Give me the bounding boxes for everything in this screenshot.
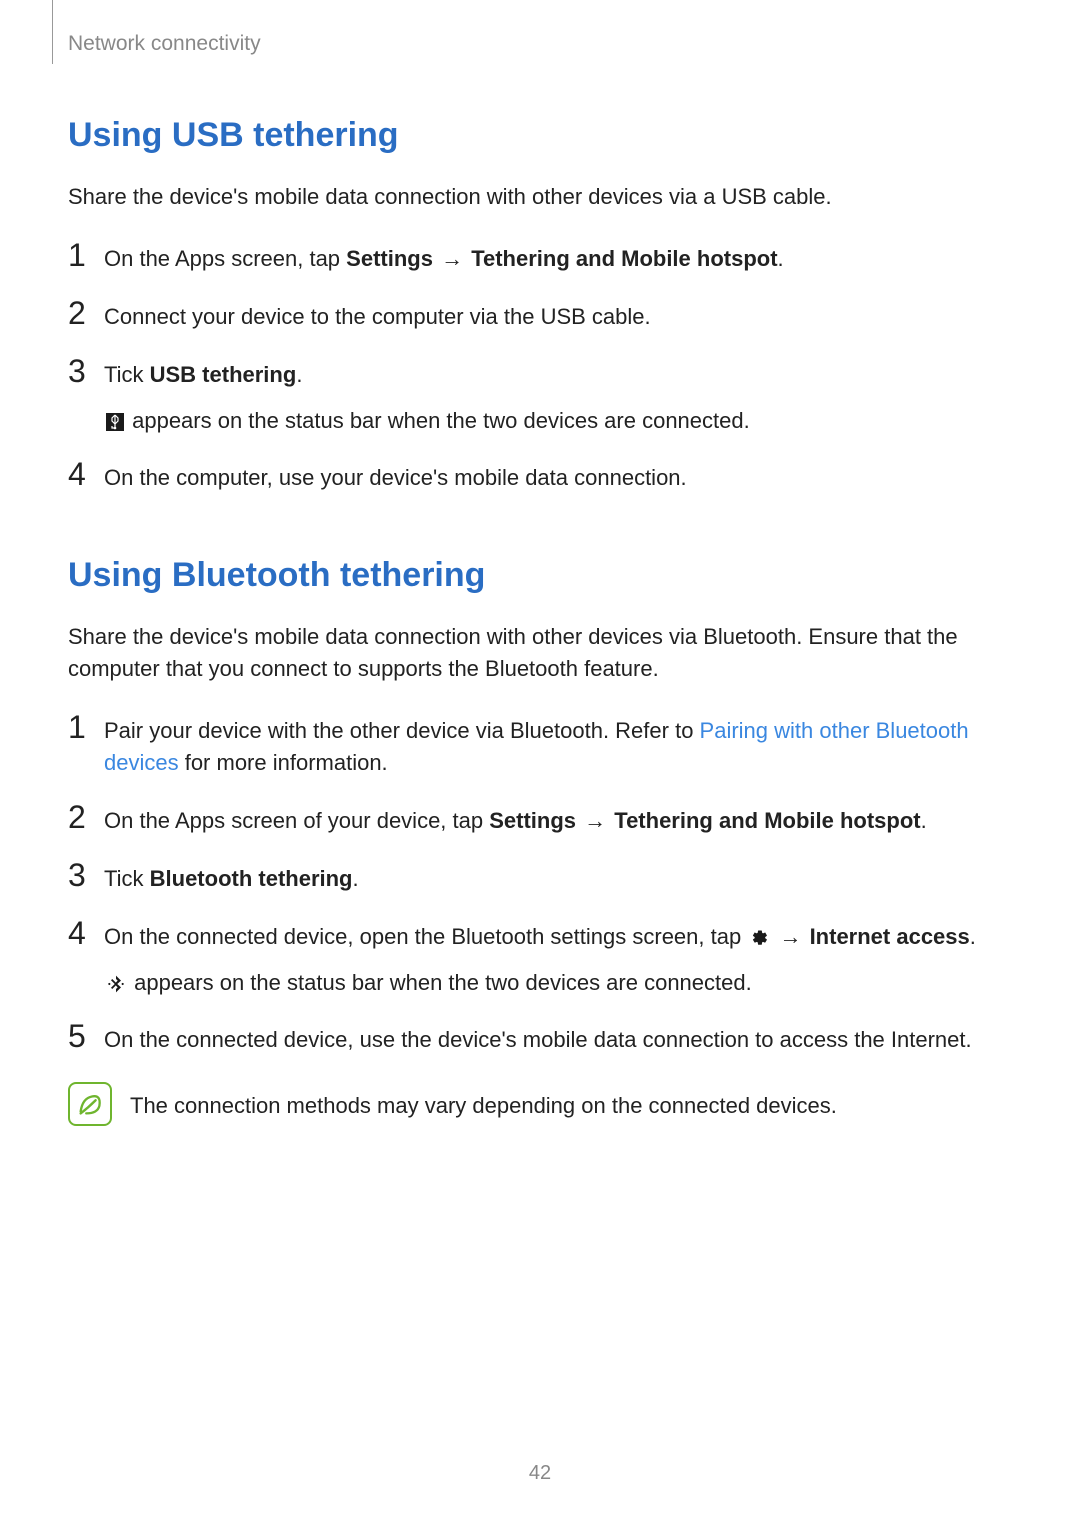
bt-tethering-label: Bluetooth tethering xyxy=(150,866,353,891)
step-text: Tick xyxy=(104,362,150,387)
note-icon xyxy=(68,1082,112,1126)
step-body: On the Apps screen of your device, tap S… xyxy=(104,805,1012,837)
usb-tethering-heading: Using USB tethering xyxy=(68,116,1012,155)
arrow-icon: → xyxy=(771,924,809,949)
step-text: . xyxy=(778,246,784,271)
page-margin-line xyxy=(52,0,53,64)
usb-tethering-label: USB tethering xyxy=(150,362,297,387)
bt-step-5: 5 On the connected device, use the devic… xyxy=(68,1024,1012,1056)
page-content: Network connectivity Using USB tethering… xyxy=(0,0,1080,1126)
bluetooth-tethering-status-icon xyxy=(106,974,126,994)
internet-access-label: Internet access xyxy=(810,924,970,949)
step-text: . xyxy=(921,808,927,833)
step-text: . xyxy=(353,866,359,891)
step-body: Connect your device to the computer via … xyxy=(104,301,1012,333)
step-text: Pair your device with the other device v… xyxy=(104,718,700,743)
step-number: 3 xyxy=(68,859,104,891)
step-text: On the Apps screen of your device, tap xyxy=(104,808,489,833)
step-body: Tick Bluetooth tethering. xyxy=(104,863,1012,895)
step-text: . xyxy=(970,924,976,949)
step-body: Pair your device with the other device v… xyxy=(104,715,1012,779)
step-text: On the connected device, open the Blueto… xyxy=(104,924,747,949)
gear-icon xyxy=(749,928,769,948)
bt-step-1: 1 Pair your device with the other device… xyxy=(68,715,1012,779)
note-box: The connection methods may vary dependin… xyxy=(68,1082,1012,1126)
step-number: 5 xyxy=(68,1020,104,1052)
tethering-label: Tethering and Mobile hotspot xyxy=(614,808,920,833)
step-body: Tick USB tethering. appears on the statu… xyxy=(104,359,1012,437)
step-body: On the computer, use your device's mobil… xyxy=(104,462,1012,494)
note-text: The connection methods may vary dependin… xyxy=(130,1082,837,1122)
page-number: 42 xyxy=(0,1462,1080,1485)
step-body: On the connected device, open the Blueto… xyxy=(104,921,1012,999)
bt-step-2: 2 On the Apps screen of your device, tap… xyxy=(68,805,1012,837)
step-number: 4 xyxy=(68,458,104,490)
step-text: for more information. xyxy=(179,750,388,775)
step-number: 2 xyxy=(68,297,104,329)
settings-label: Settings xyxy=(346,246,433,271)
step-text: . xyxy=(296,362,302,387)
step-number: 2 xyxy=(68,801,104,833)
step-body: On the connected device, use the device'… xyxy=(104,1024,1012,1056)
step-number: 4 xyxy=(68,917,104,949)
step-number: 3 xyxy=(68,355,104,387)
bt-intro-text: Share the device's mobile data connectio… xyxy=(68,621,1012,685)
arrow-icon: → xyxy=(576,808,614,833)
step-number: 1 xyxy=(68,239,104,271)
usb-step-3: 3 Tick USB tethering. appears on the sta… xyxy=(68,359,1012,437)
step-number: 1 xyxy=(68,711,104,743)
arrow-icon: → xyxy=(433,246,471,271)
tethering-label: Tethering and Mobile hotspot xyxy=(471,246,777,271)
breadcrumb: Network connectivity xyxy=(68,32,1012,56)
step-sub-text: appears on the status bar when the two d… xyxy=(126,408,750,433)
step-text: On the Apps screen, tap xyxy=(104,246,346,271)
step-text: Tick xyxy=(104,866,150,891)
bt-step-4: 4 On the connected device, open the Blue… xyxy=(68,921,1012,999)
bt-step-3: 3 Tick Bluetooth tethering. xyxy=(68,863,1012,895)
step-sub-text: appears on the status bar when the two d… xyxy=(128,970,752,995)
bluetooth-tethering-heading: Using Bluetooth tethering xyxy=(68,556,1012,595)
usb-intro-text: Share the device's mobile data connectio… xyxy=(68,181,1012,213)
usb-step-1: 1 On the Apps screen, tap Settings → Tet… xyxy=(68,243,1012,275)
usb-step-2: 2 Connect your device to the computer vi… xyxy=(68,301,1012,333)
settings-label: Settings xyxy=(489,808,576,833)
step-body: On the Apps screen, tap Settings → Tethe… xyxy=(104,243,1012,275)
usb-step-4: 4 On the computer, use your device's mob… xyxy=(68,462,1012,494)
usb-tethering-status-icon xyxy=(106,413,124,431)
